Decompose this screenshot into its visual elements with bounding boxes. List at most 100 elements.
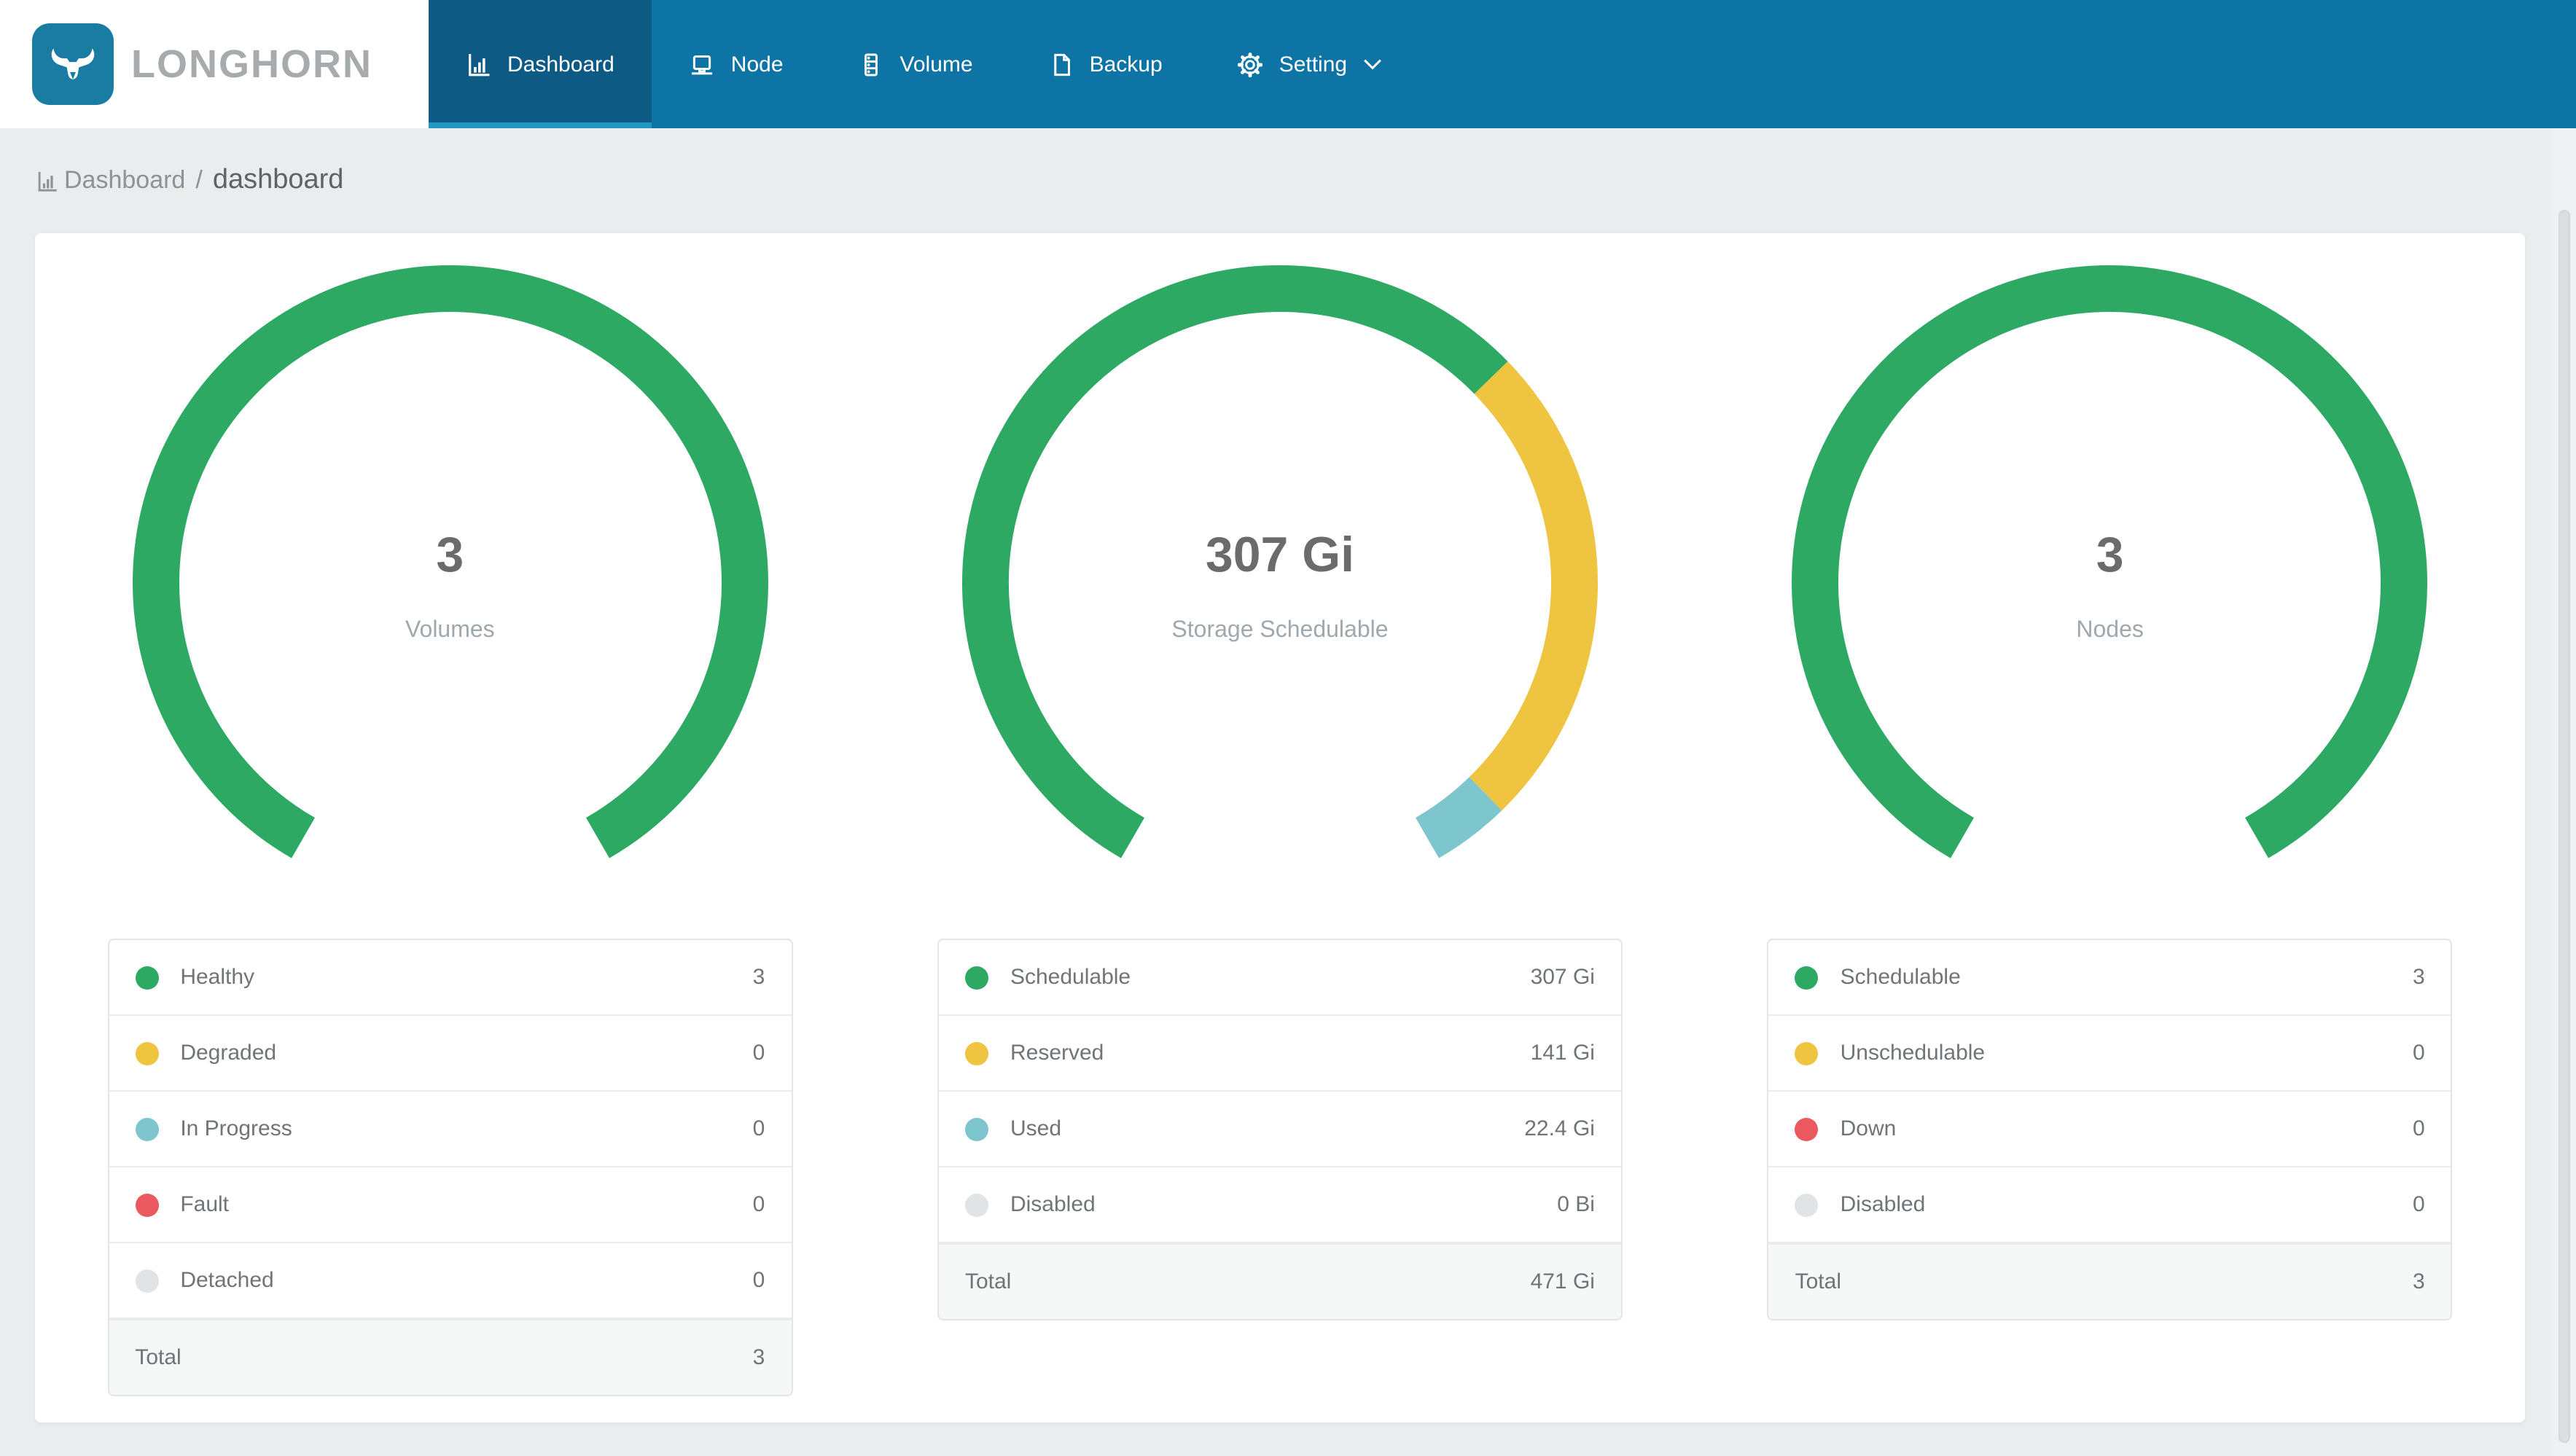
breadcrumb-dashboard-link[interactable]: Dashboard: [36, 166, 185, 195]
gear-icon: [1238, 52, 1263, 77]
legend-value: 22.4 Gi: [1524, 1116, 1595, 1141]
status-dot: [1795, 966, 1819, 989]
legend-row: Fault 0: [109, 1167, 792, 1243]
nav-label: Backup: [1089, 52, 1163, 77]
legend-label: Schedulable: [1010, 965, 1131, 990]
legend-value: 0: [752, 1116, 765, 1141]
total-label: Total: [964, 1269, 1012, 1294]
scrollbar-track[interactable]: [2551, 128, 2576, 1456]
legend-value: 0: [752, 1268, 765, 1293]
nav-label: Node: [730, 52, 784, 77]
top-navbar: LONGHORN Dashboard Node Volume Backup Se…: [0, 0, 2576, 128]
status-dot: [964, 1193, 988, 1216]
nav-item-backup[interactable]: Backup: [1011, 0, 1201, 128]
longhorn-bull-icon: [32, 23, 114, 105]
nodes-gauge: 3 Nodes: [1768, 251, 2453, 907]
storage-legend-table: Schedulable 307 Gi Reserved 141 Gi Used …: [937, 939, 1623, 1320]
status-dot: [135, 1117, 159, 1140]
legend-label: Disabled: [1840, 1192, 1926, 1217]
backup-icon: [1054, 52, 1071, 76]
legend-value: 141 Gi: [1530, 1041, 1595, 1065]
legend-total-row: Total 3: [109, 1319, 792, 1395]
legend-row: Degraded 0: [109, 1016, 792, 1092]
legend-label: Detached: [180, 1268, 274, 1293]
legend-row: In Progress 0: [109, 1092, 792, 1167]
scrollbar-thumb[interactable]: [2559, 210, 2570, 1443]
legend-row: Detached 0: [109, 1243, 792, 1319]
legend-label: Down: [1840, 1116, 1897, 1141]
legend-row: Schedulable 307 Gi: [938, 940, 1621, 1016]
volumes-legend-table: Healthy 3 Degraded 0 In Progress 0 Fault…: [107, 939, 793, 1396]
gauge-label: Nodes: [2076, 618, 2144, 643]
brand-name: LONGHORN: [131, 42, 372, 85]
total-value: 471 Gi: [1530, 1269, 1595, 1294]
bar-chart-icon: [38, 171, 57, 191]
legend-value: 307 Gi: [1530, 965, 1595, 990]
storage-panel: 307 Gi Storage Schedulable Schedulable 3…: [865, 233, 1695, 1422]
nav-item-dashboard[interactable]: Dashboard: [429, 0, 653, 128]
nav-label: Volume: [899, 52, 973, 77]
gauge-value: 307 Gi: [1205, 528, 1355, 583]
legend-row: Unschedulable 0: [1768, 1016, 2451, 1092]
volumes-panel: 3 Volumes Healthy 3 Degraded 0 In Progre…: [35, 233, 865, 1422]
nav-label: Dashboard: [507, 52, 614, 77]
legend-value: 0: [752, 1041, 765, 1065]
legend-row: Disabled 0: [1768, 1167, 2451, 1243]
legend-label: Reserved: [1010, 1041, 1104, 1065]
nodes-panel: 3 Nodes Schedulable 3 Unschedulable 0 Do…: [1695, 233, 2525, 1422]
nav-label: Setting: [1279, 52, 1348, 77]
legend-value: 0: [752, 1192, 765, 1217]
legend-value: 0: [2412, 1116, 2425, 1141]
nav-item-volume[interactable]: Volume: [821, 0, 1011, 128]
legend-value: 0 Bi: [1557, 1192, 1595, 1217]
bar-chart-icon: [468, 53, 490, 76]
legend-value: 3: [752, 965, 765, 990]
chevron-down-icon: [1364, 59, 1381, 70]
legend-row: Down 0: [1768, 1092, 2451, 1167]
breadcrumb-separator: /: [195, 166, 203, 194]
total-value: 3: [2412, 1269, 2425, 1294]
gauge-value: 3: [2096, 528, 2124, 583]
gauge-label: Storage Schedulable: [1171, 618, 1389, 643]
nodes-legend-table: Schedulable 3 Unschedulable 0 Down 0 Dis…: [1767, 939, 2453, 1320]
breadcrumb-current-page: dashboard: [212, 165, 344, 195]
legend-label: Used: [1010, 1116, 1062, 1141]
legend-label: Disabled: [1010, 1192, 1096, 1217]
status-dot: [135, 966, 159, 989]
breadcrumb: Dashboard / dashboard: [0, 128, 343, 233]
main-nav: Dashboard Node Volume Backup Setting: [429, 0, 1420, 128]
legend-value: 0: [2412, 1192, 2425, 1217]
gauge-value: 3: [436, 528, 464, 583]
legend-value: 0: [2412, 1041, 2425, 1065]
legend-label: Fault: [180, 1192, 230, 1217]
legend-label: Healthy: [180, 965, 255, 990]
volumes-gauge: 3 Volumes: [107, 251, 792, 907]
legend-row: Healthy 3: [109, 940, 792, 1016]
node-icon: [692, 55, 713, 74]
legend-row: Schedulable 3: [1768, 940, 2451, 1016]
legend-value: 3: [2412, 965, 2425, 990]
legend-row: Used 22.4 Gi: [938, 1092, 1621, 1167]
breadcrumb-section: Dashboard: [64, 166, 186, 194]
status-dot: [1795, 1117, 1819, 1140]
legend-total-row: Total 471 Gi: [938, 1243, 1621, 1319]
storage-gauge: 307 Gi Storage Schedulable: [937, 251, 1623, 907]
status-dot: [135, 1269, 159, 1292]
dashboard-card: 3 Volumes Healthy 3 Degraded 0 In Progre…: [35, 233, 2525, 1422]
brand-logo[interactable]: LONGHORN: [0, 0, 429, 128]
longhorn-dashboard: LONGHORN Dashboard Node Volume Backup Se…: [0, 0, 2576, 1456]
volume-icon: [864, 52, 878, 76]
legend-label: In Progress: [180, 1116, 292, 1141]
total-label: Total: [135, 1345, 182, 1370]
legend-label: Unschedulable: [1840, 1041, 1986, 1065]
status-dot: [964, 966, 988, 989]
status-dot: [135, 1193, 159, 1216]
total-label: Total: [1795, 1269, 1841, 1294]
status-dot: [135, 1041, 159, 1065]
nav-item-node[interactable]: Node: [652, 0, 821, 128]
nav-item-setting[interactable]: Setting: [1201, 0, 1420, 128]
legend-row: Disabled 0 Bi: [938, 1167, 1621, 1243]
gauge-label: Volumes: [405, 618, 495, 643]
status-dot: [964, 1117, 988, 1140]
status-dot: [1795, 1193, 1819, 1216]
